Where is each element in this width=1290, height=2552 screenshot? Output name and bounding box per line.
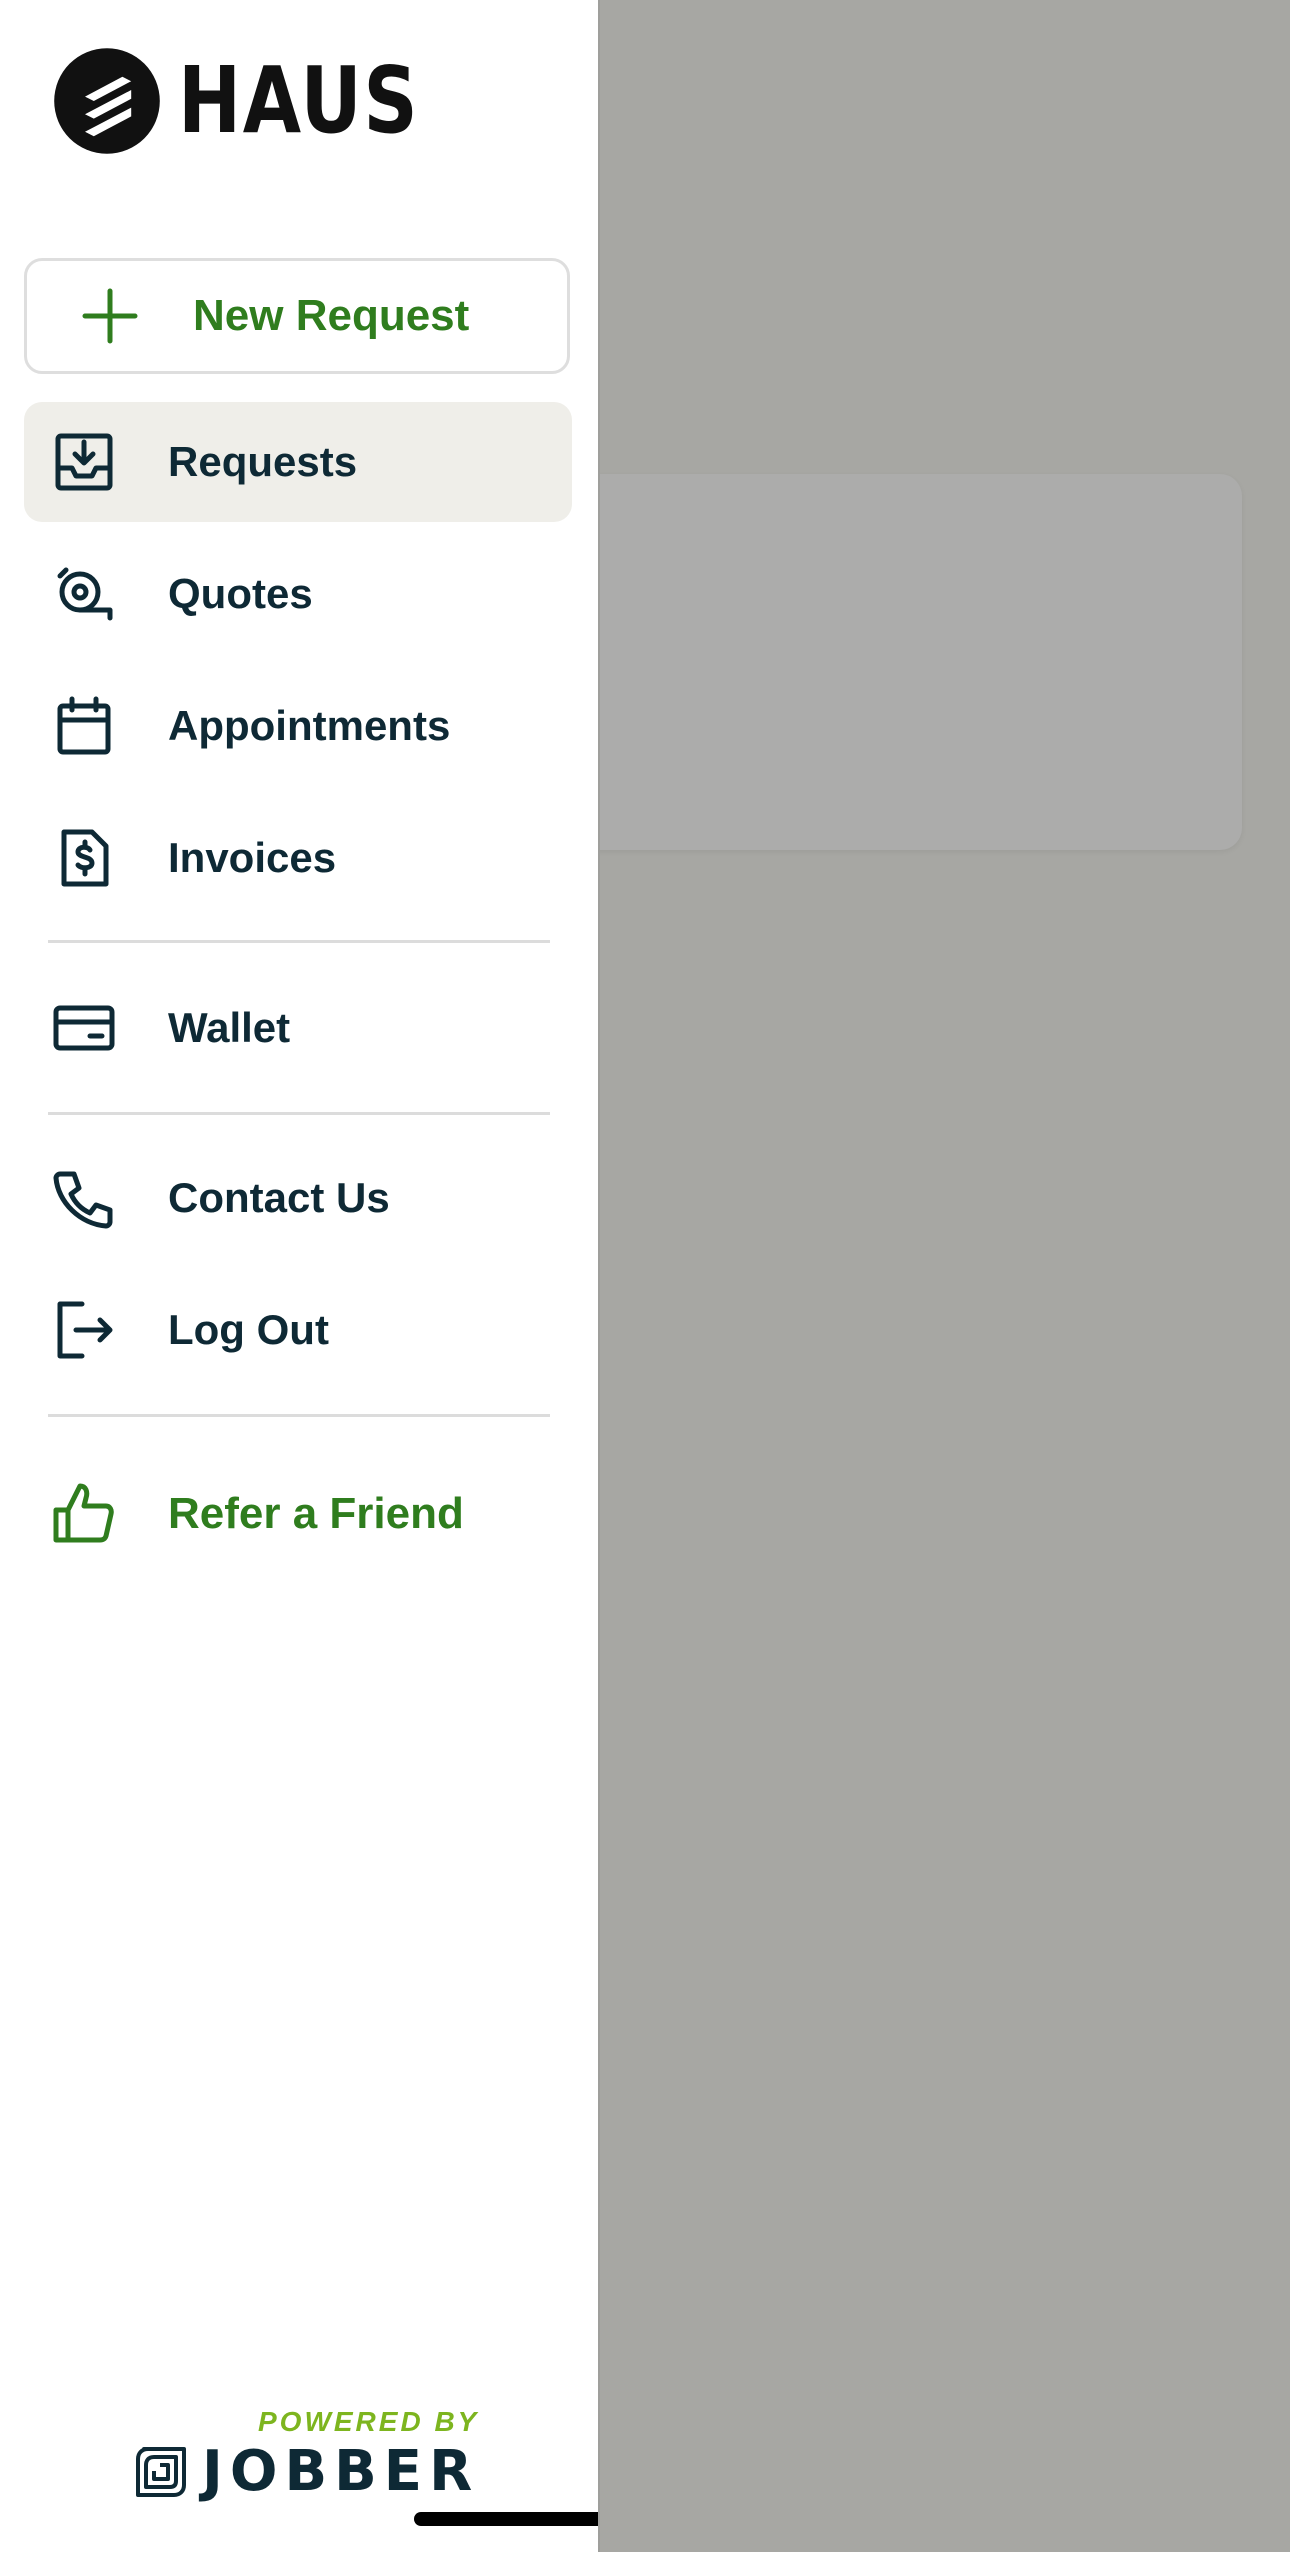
nav-item-appointments[interactable]: Appointments [24,666,572,786]
divider [48,1414,550,1417]
new-request-label: New Request [193,291,470,340]
nav-label-refer-a-friend: Refer a Friend [168,1489,464,1538]
nav-item-invoices[interactable]: Invoices [24,798,572,918]
navigation-drawer: HAUS New Request Requests Quotes Appoint… [0,0,600,2552]
credit-card-icon [52,996,116,1060]
nav-label-quotes: Quotes [168,570,313,617]
nav-item-contact-us[interactable]: Contact Us [24,1138,572,1258]
nav-item-refer-a-friend[interactable]: Refer a Friend [24,1454,572,1574]
brand-name: HAUS [178,47,420,154]
home-indicator[interactable] [414,2512,598,2526]
new-request-button[interactable]: New Request [24,258,570,374]
nav-label-contact-us: Contact Us [168,1174,390,1221]
nav-label-wallet: Wallet [168,1004,291,1051]
powered-by-label: POWERED BY [258,2406,480,2437]
haus-logo-icon [54,48,160,154]
background-card [560,474,1242,850]
calendar-icon [52,694,116,758]
invoice-dollar-icon [52,826,116,890]
divider [48,1112,550,1115]
nav-item-quotes[interactable]: Quotes [24,534,572,654]
jobber-wordmark: JOBBER [202,2439,480,2504]
phone-icon [52,1166,116,1230]
nav-label-appointments: Appointments [168,702,451,749]
nav-item-log-out[interactable]: Log Out [24,1270,572,1390]
divider [48,940,550,943]
nav-item-wallet[interactable]: Wallet [24,968,572,1088]
plus-icon [82,288,138,344]
measuring-tape-icon [52,562,116,626]
brand-logo: HAUS [52,46,472,156]
nav-item-requests[interactable]: Requests [24,402,572,522]
nav-label-log-out: Log Out [168,1306,329,1353]
thumbs-up-icon [52,1482,116,1546]
jobber-mark-icon [136,2447,186,2497]
inbox-download-icon [52,430,116,494]
nav-label-invoices: Invoices [168,834,337,881]
jobber-logo: JOBBER [134,2444,479,2500]
nav-label-requests: Requests [168,438,358,485]
logout-icon [52,1298,116,1362]
